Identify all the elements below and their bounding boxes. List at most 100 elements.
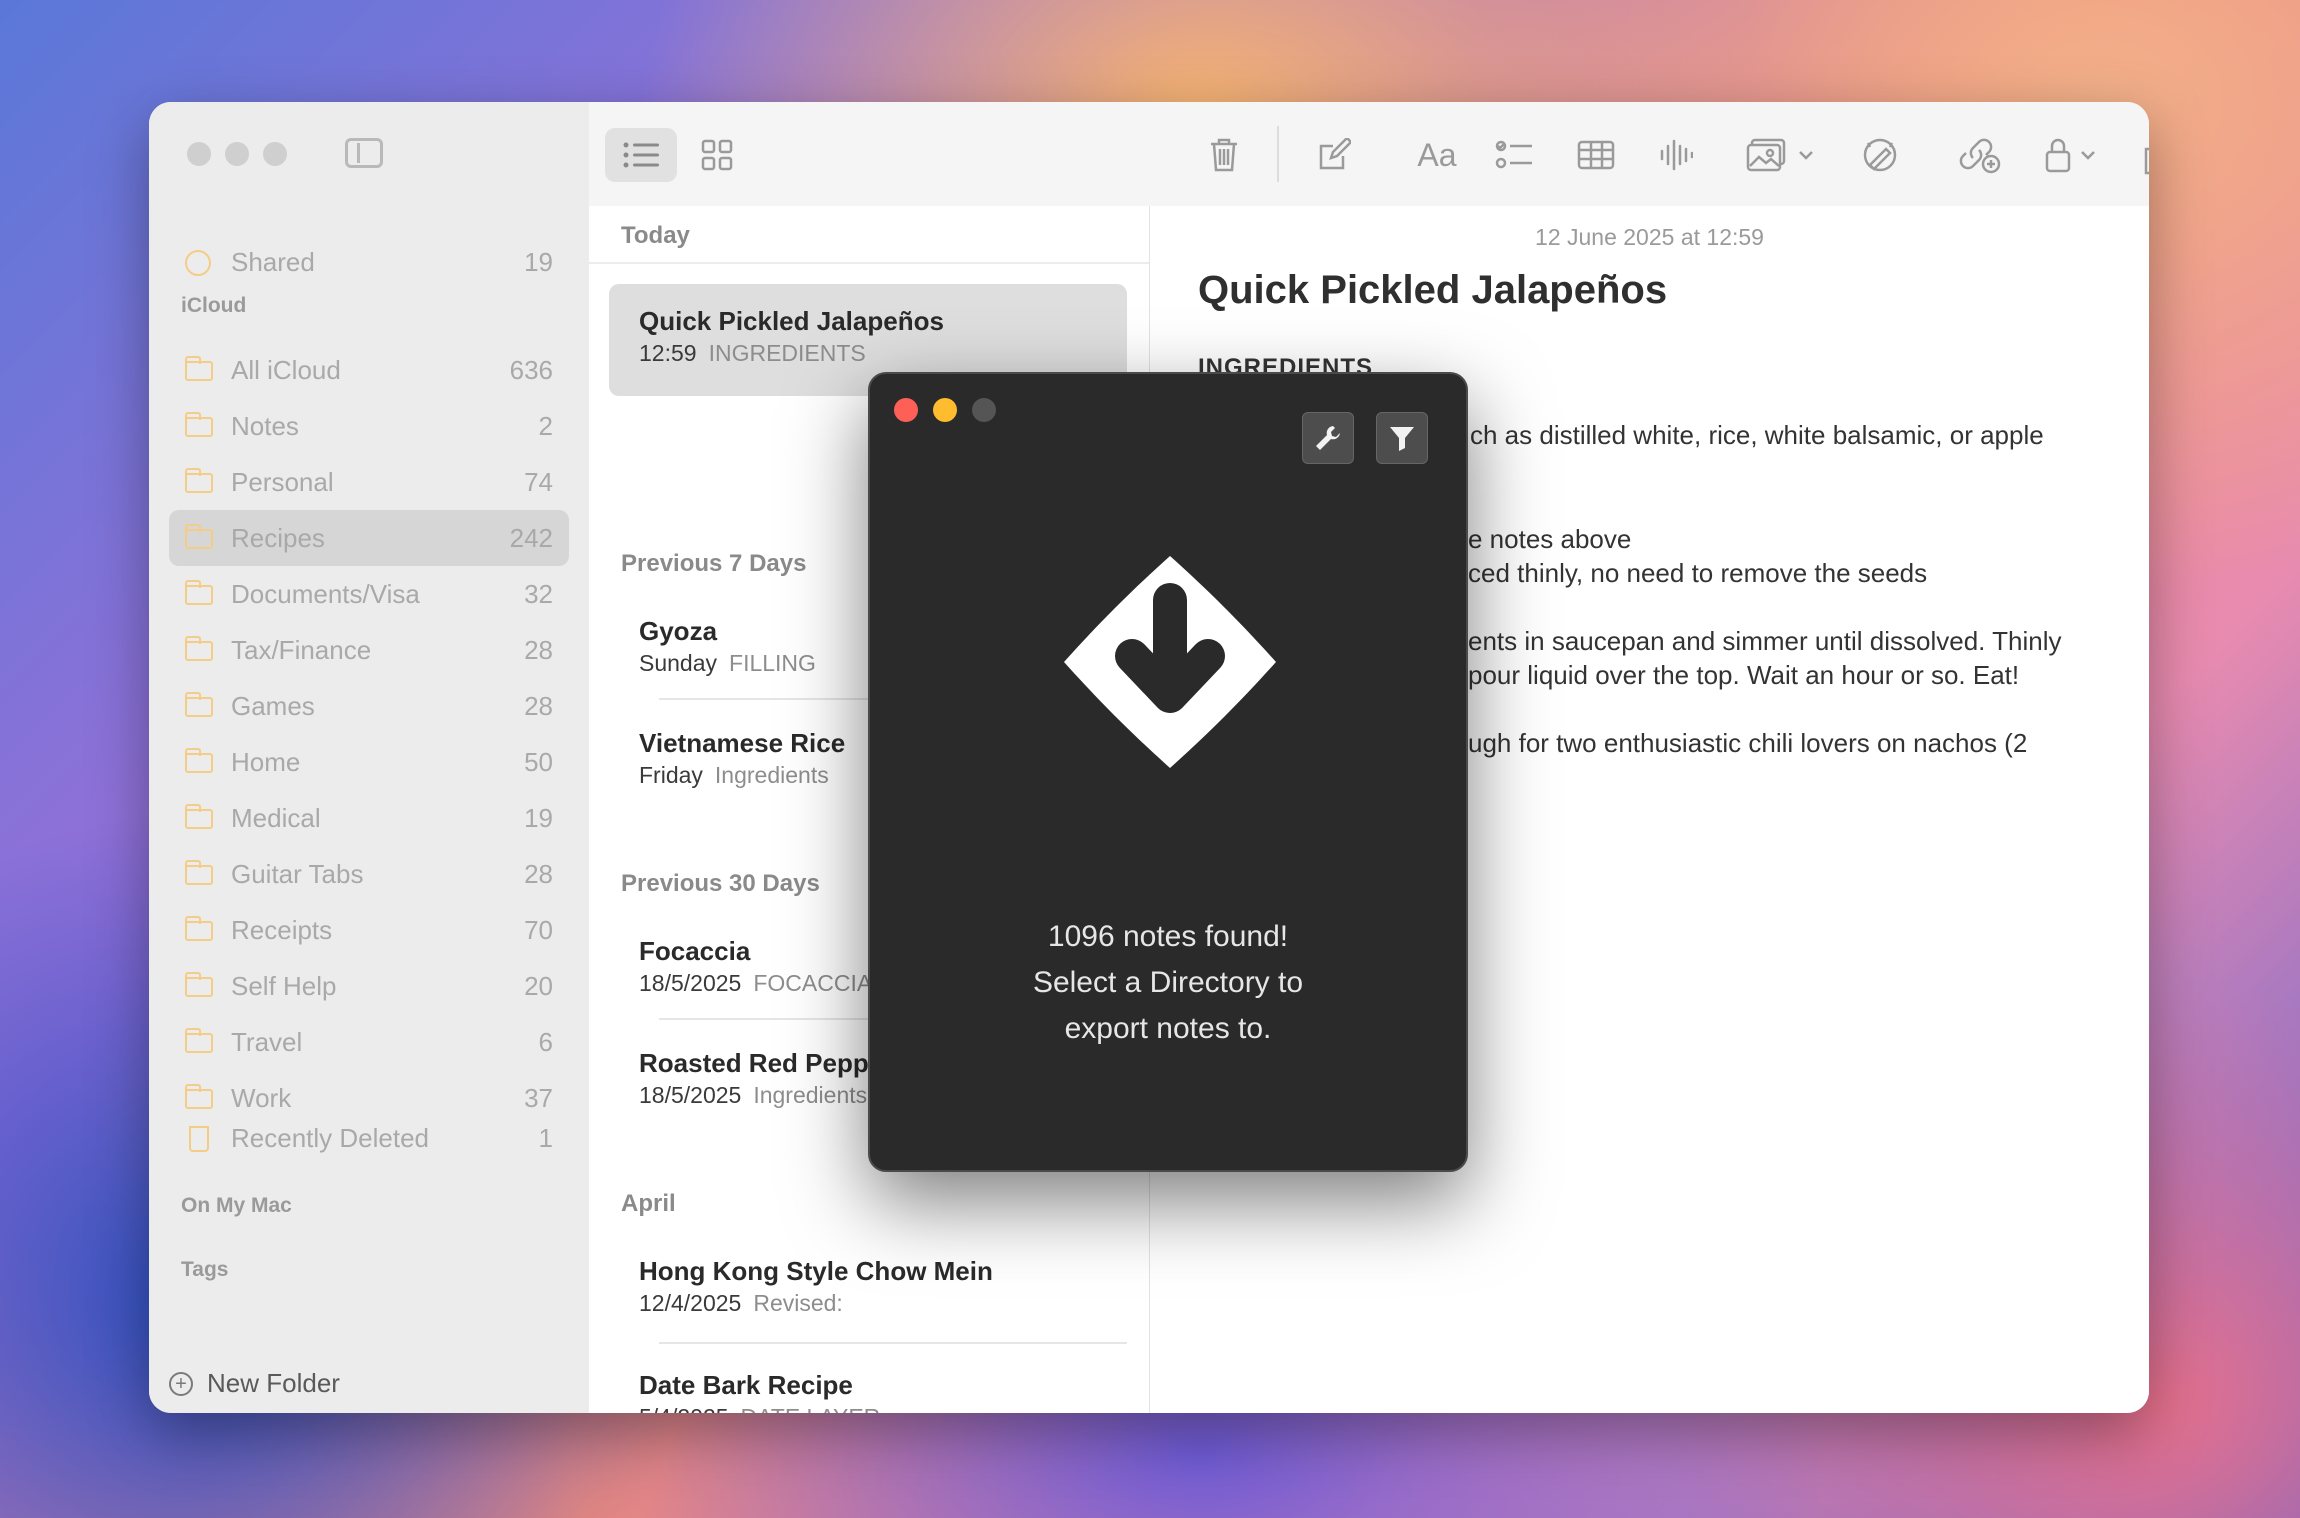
sidebar-toggle-icon[interactable] [345,138,383,168]
grid-icon [701,139,733,171]
note-meta: 18/5/2025 Ingredients [639,1082,867,1109]
sidebar-item-folder[interactable]: Tax/Finance 28 [169,622,569,678]
note-date: Friday [639,762,703,788]
share-icon [2144,147,2149,175]
note-text-line[interactable]: e notes above [1468,524,1631,555]
note-date: 5/4/2025 [639,1404,729,1413]
sidebar-item-count: 19 [524,802,553,833]
section-prev-30-days: Previous 30 Days [621,870,820,897]
note-meta: Sunday FILLING [639,650,816,677]
note-heading[interactable]: Quick Pickled Jalapeños [1198,268,1667,313]
new-folder-label: New Folder [207,1368,340,1398]
chevron-down-icon [2081,151,2095,160]
gallery-view-button[interactable] [689,128,745,182]
note-text-line[interactable]: pour liquid over the top. Wait an hour o… [1468,660,2019,691]
share-button[interactable] [2133,128,2149,182]
settings-button[interactable] [1302,412,1354,464]
compose-button[interactable] [1309,128,1359,182]
note-title: Quick Pickled Jalapeños [639,306,944,336]
sidebar-item-folder[interactable]: Travel 6 [169,1014,569,1070]
lock-button[interactable] [2035,128,2105,182]
checklist-button[interactable] [1489,128,1539,182]
section-header-icloud[interactable]: iCloud [181,294,246,318]
sidebar-item-shared[interactable]: Shared 19 [169,234,569,290]
sidebar-item-label: Games [231,690,315,721]
sidebar-item-folder[interactable]: Medical 19 [169,790,569,846]
sidebar-item-label: Personal [231,466,334,497]
note-text-line[interactable]: ced thinly, no need to remove the seeds [1468,558,1927,589]
section-april: April [621,1190,676,1217]
sidebar-item-folder[interactable]: All iCloud 636 [169,342,569,398]
note-text-line[interactable]: ch as distilled white, rice, white balsa… [1470,420,2044,451]
minimize-button[interactable] [225,142,249,166]
folder-icon [184,804,217,830]
checklist-icon [1495,140,1532,169]
message-line: Select a Directory to [1032,966,1304,999]
sidebar-item-folder[interactable]: Games 28 [169,678,569,734]
sidebar-item-folder[interactable]: Self Help 20 [169,958,569,1014]
audio-button[interactable] [1651,128,1701,182]
sidebar-item-count: 242 [509,522,553,553]
sidebar-item-folder[interactable]: Recipes 242 [169,510,569,566]
delete-button[interactable] [1199,128,1249,182]
zoom-button[interactable] [972,398,996,422]
sidebar-item-folder[interactable]: Guitar Tabs 28 [169,846,569,902]
chevron-down-icon [1799,151,1813,160]
note-title: Roasted Red Pepper [639,1048,894,1078]
table-button[interactable] [1571,128,1621,182]
section-today: Today [621,222,690,249]
sidebar-item-count: 28 [524,858,553,889]
writing-tools-button[interactable] [1855,128,1905,182]
sidebar-item-folder[interactable]: Home 50 [169,734,569,790]
minimize-button[interactable] [933,398,957,422]
person-icon [185,250,217,276]
sidebar-item-label: Documents/Visa [231,578,420,609]
sidebar-item-label: Notes [231,410,299,441]
zoom-button[interactable] [263,142,287,166]
sidebar-item-folder[interactable]: Personal 74 [169,454,569,510]
collaborate-button[interactable] [1955,128,2005,182]
note-meta: Friday Ingredients [639,762,829,789]
export-message: 1096 notes found! Select a Directory to … [870,914,1466,1052]
link-add-icon [1959,138,2001,174]
sidebar-item-label: Travel [231,1026,303,1057]
folder-icon [184,468,217,494]
section-prev-7-days: Previous 7 Days [621,550,807,577]
format-button[interactable]: Aa [1407,128,1467,182]
section-header-on-my-mac[interactable]: On My Mac [181,1194,292,1218]
section-header-tags[interactable]: Tags [181,1258,228,1282]
sidebar-item-folder[interactable]: Receipts 70 [169,902,569,958]
note-preview: Ingredients [753,1082,868,1108]
sidebar-item-count: 2 [538,410,553,441]
waveform-icon [1660,139,1693,171]
toolbar-divider [1277,126,1279,182]
note-meta: 12/4/2025 Revised: [639,1290,843,1317]
new-folder-button[interactable]: + New Folder [169,1368,340,1399]
sidebar-item-label: Shared [231,246,315,277]
note-title: Vietnamese Rice [639,728,846,758]
note-title: Gyoza [639,616,718,646]
note-preview: FOCACCIA [753,970,873,996]
note-text-line[interactable]: ugh for two enthusiastic chili lovers on… [1468,728,2027,759]
close-button[interactable] [187,142,211,166]
note-date: 12/4/2025 [639,1290,742,1316]
sidebar-item-folder[interactable]: Documents/Visa 32 [169,566,569,622]
note-text-line[interactable]: ents in saucepan and simmer until dissol… [1468,626,2062,657]
list-icon [623,142,659,168]
lock-icon [2045,138,2071,173]
filter-button[interactable] [1376,412,1428,464]
sidebar-item-count: 70 [524,914,553,945]
note-title: Hong Kong Style Chow Mein [639,1256,993,1286]
list-view-button[interactable] [605,128,677,182]
close-button[interactable] [894,398,918,422]
message-line: 1096 notes found! [1047,920,1289,953]
note-title: Date Bark Recipe [639,1370,853,1400]
sidebar-item-folder[interactable]: Notes 2 [169,398,569,454]
note-date: 12:59 [639,340,697,366]
trash-icon [1211,138,1237,172]
sidebar: Shared 19 iCloud All iCloud 636 Notes 2 Pers… [149,102,590,1413]
sidebar-item-recently-deleted[interactable]: Recently Deleted 1 [169,1110,569,1166]
sidebar-item-label: Recipes [231,522,325,553]
note-meta: 18/5/2025 FOCACCIA [639,970,872,997]
media-button[interactable] [1741,128,1819,182]
